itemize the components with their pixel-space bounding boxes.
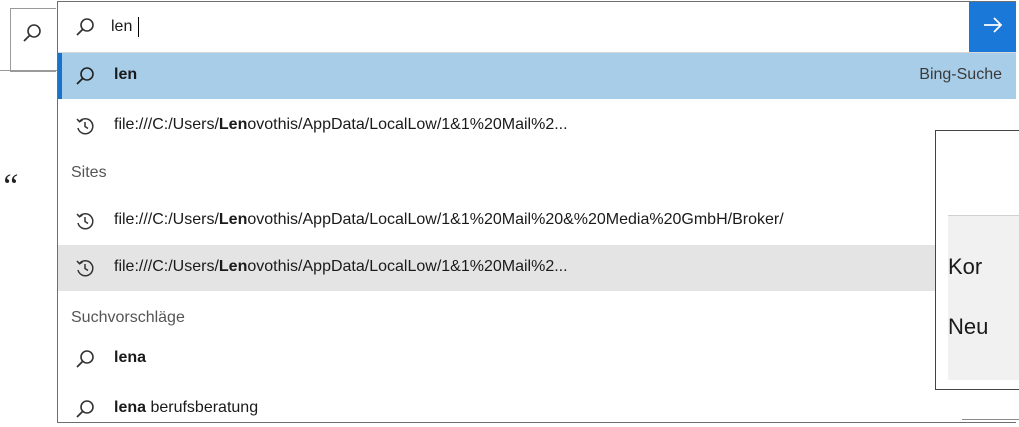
background-divider bbox=[962, 419, 1019, 420]
address-bar bbox=[58, 2, 1016, 53]
section-header-suggestions: Suchvorschläge bbox=[71, 309, 185, 326]
suggestion-label: lena berufsberatung bbox=[114, 399, 259, 416]
go-button[interactable] bbox=[969, 2, 1016, 52]
search-icon bbox=[74, 16, 96, 43]
history-icon bbox=[74, 257, 96, 284]
suggestion-label: lena bbox=[114, 349, 147, 366]
text-caret bbox=[138, 17, 139, 37]
overlay-dialog: Kor Neu bbox=[935, 130, 1019, 390]
search-icon bbox=[74, 398, 96, 422]
dialog-item-kor[interactable]: Kor bbox=[948, 254, 982, 280]
dialog-menu: Kor Neu bbox=[948, 215, 1019, 380]
arrow-right-icon bbox=[982, 16, 1004, 39]
search-suggestion[interactable]: lena berufsberatung bbox=[58, 386, 1016, 422]
history-icon bbox=[74, 210, 96, 237]
background-divider bbox=[0, 70, 57, 71]
site-url: file:///C:/Users/Lenovothis/AppData/Loca… bbox=[114, 211, 784, 228]
address-suggestions-dropdown: len Bing-Suche file:///C:/Users/Lenovoth… bbox=[57, 1, 1016, 423]
search-icon bbox=[74, 348, 96, 375]
dialog-item-neu[interactable]: Neu bbox=[948, 314, 988, 340]
site-url: file:///C:/Users/Lenovothis/AppData/Loca… bbox=[114, 258, 568, 275]
search-icon bbox=[74, 65, 96, 92]
search-icon bbox=[21, 22, 43, 49]
background-quote-mark: “ bbox=[0, 168, 19, 205]
site-item[interactable]: file:///C:/Users/Lenovothis/AppData/Loca… bbox=[58, 198, 1016, 244]
history-item[interactable]: file:///C:/Users/Lenovothis/AppData/Loca… bbox=[58, 103, 1016, 149]
address-input[interactable] bbox=[111, 14, 911, 40]
site-item[interactable]: file:///C:/Users/Lenovothis/AppData/Loca… bbox=[58, 245, 1016, 291]
history-icon bbox=[74, 115, 96, 142]
suggestion-label: len bbox=[114, 66, 138, 83]
bing-search-label: Bing-Suche bbox=[919, 66, 1002, 83]
suggestion-bing-search[interactable]: len Bing-Suche bbox=[58, 53, 1016, 99]
search-suggestion[interactable]: lena bbox=[58, 336, 1016, 382]
section-header-sites: Sites bbox=[71, 164, 107, 181]
background-search-box[interactable] bbox=[10, 8, 56, 72]
history-url: file:///C:/Users/Lenovothis/AppData/Loca… bbox=[114, 116, 568, 133]
